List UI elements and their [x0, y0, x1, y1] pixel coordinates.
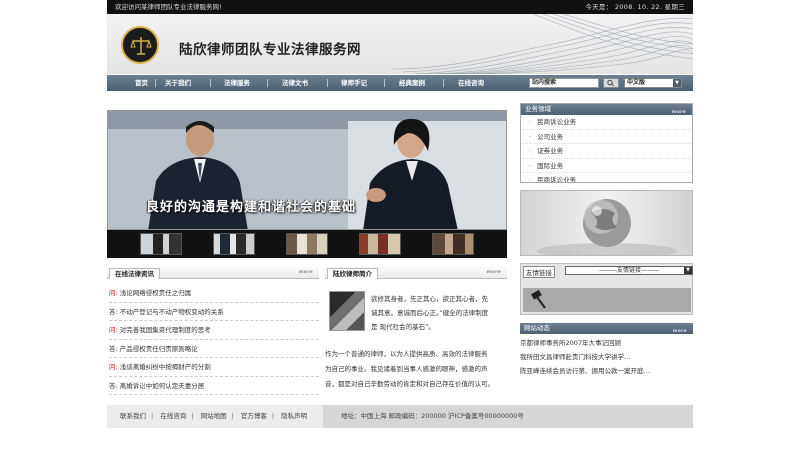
gavel-image: [523, 288, 691, 312]
chevron-down-icon: ▼: [673, 79, 681, 87]
lawyer-more-link[interactable]: more: [487, 270, 501, 275]
footer-links: 联系我们 | 在线咨询 | 网站地图 | 官方博客 | 隐私声明: [107, 405, 323, 428]
list-item[interactable]: 我所田文昌律师赴贵门科技大学讲学…: [520, 350, 700, 364]
lawyer-quote: 欲修其身者，先正其心，欲正其心者，先 诚其意。意诚而后心正。”健全的法律制度 是…: [371, 295, 489, 331]
practice-areas-title: 业务领域: [525, 105, 551, 113]
practice-areas-box: 业务领域 more 民商诉讼业务 公司业务 证券业务 国际业务 民商诉讼业务: [520, 103, 693, 183]
lawyer-section-header: 陆欣律师简介 more: [325, 267, 507, 279]
list-item[interactable]: 答: 不动产登记与不动产物权变动的关系: [109, 303, 319, 321]
practice-more-link[interactable]: more: [672, 107, 686, 118]
friend-links-select[interactable]: ———友情链接——— ▼: [565, 266, 693, 275]
practice-areas-header: 业务领域 more: [521, 104, 692, 115]
decorative-wave-graphic: [393, 14, 693, 74]
list-item[interactable]: 民商诉讼业务: [521, 115, 692, 130]
language-select[interactable]: 中文版 ▼: [624, 78, 682, 88]
nav-home[interactable]: 首页: [135, 75, 148, 91]
news-more-link[interactable]: more: [299, 270, 313, 275]
web-news-list: 京都律师事务所2007年大事记回顾 我所田文昌律师赴贵门科技大学讲学… 陈亚峰连…: [520, 336, 700, 378]
footer-link-privacy[interactable]: 隐私声明: [281, 412, 307, 420]
banner-thumbnail[interactable]: [213, 233, 255, 255]
list-item[interactable]: 问: 对完善我国集资代理制度的思考: [109, 321, 319, 340]
language-select-value: 中文版: [627, 79, 646, 86]
lawyer-photo[interactable]: [329, 291, 365, 331]
site-header: 陆欣律师团队专业法律服务网: [107, 14, 693, 74]
site-title: 陆欣律师团队专业法律服务网: [179, 42, 361, 58]
list-item[interactable]: 京都律师事务所2007年大事记回顾: [520, 336, 700, 350]
globe-image: [520, 190, 693, 256]
search-input[interactable]: 站内搜索: [529, 78, 599, 88]
practice-list: 民商诉讼业务 公司业务 证券业务 国际业务 民商诉讼业务: [521, 115, 692, 182]
main-nav: 首页 关于我们 法律服务 法律文书 律师手记 经典案例 在线咨询 站内搜索 中文…: [107, 75, 693, 91]
news-section-header: 在线法律资讯 more: [107, 267, 319, 279]
list-item[interactable]: 公司业务: [521, 130, 692, 144]
current-date: 今天是： 2008. 10. 22. 星期三: [585, 3, 685, 11]
search-button[interactable]: [603, 78, 619, 88]
nav-divider: [327, 79, 328, 87]
hero-banner: 良好的沟通是构建和谐社会的基础: [107, 110, 507, 230]
nav-lawyer-notes[interactable]: 律师手记: [341, 75, 367, 91]
banner-thumbnail[interactable]: [140, 233, 182, 255]
news-section-title: 在线法律资讯: [109, 268, 160, 279]
web-news-header-box: 网站动态 more: [520, 323, 693, 335]
site-footer: 联系我们 | 在线咨询 | 网站地图 | 官方博客 | 隐私声明 地址：中国上海 邮政编…: [107, 405, 693, 428]
banner-thumbnail[interactable]: [432, 233, 474, 255]
footer-link-contact[interactable]: 联系我们: [120, 412, 146, 420]
nav-divider: [384, 79, 385, 87]
search-icon: [607, 79, 614, 87]
footer-link-sitemap[interactable]: 网站地图: [201, 412, 227, 420]
lawyer-intro: 作为一个普通的律师，以为人提供高质、高效的法律服务 为自己的事业。我见诸着到当事…: [325, 350, 494, 388]
page: 欢迎访问某律师团队专业法律服务网! 今天是： 2008. 10. 22. 星期三…: [107, 0, 693, 449]
banner-thumbnail-strip: [107, 230, 507, 258]
web-news-header: 网站动态 more: [520, 323, 693, 334]
welcome-text: 欢迎访问某律师团队专业法律服务网!: [115, 3, 222, 11]
top-bar: 欢迎访问某律师团队专业法律服务网! 今天是： 2008. 10. 22. 星期三: [107, 0, 693, 14]
news-list: 问: 浅论网络侵权责任之归属 答: 不动产登记与不动产物权变动的关系 问: 对完…: [109, 284, 319, 395]
friend-links-label: 友情链接: [523, 266, 555, 278]
footer-link-blog[interactable]: 官方博客: [241, 412, 267, 420]
footer-link-consult[interactable]: 在线咨询: [160, 412, 186, 420]
nav-divider: [267, 79, 268, 87]
banner-slogan: 良好的沟通是构建和谐社会的基础: [146, 200, 357, 215]
nav-divider: [210, 79, 211, 87]
nav-legal-services[interactable]: 法律服务: [224, 75, 250, 91]
nav-legal-documents[interactable]: 法律文书: [282, 75, 308, 91]
nav-online-consult[interactable]: 在线咨询: [458, 75, 484, 91]
chevron-down-icon: ▼: [684, 267, 692, 274]
lawyer-section-title: 陆欣律师简介: [327, 268, 378, 279]
list-item[interactable]: 民商诉讼业务: [521, 173, 692, 182]
nav-classic-cases[interactable]: 经典案例: [399, 75, 425, 91]
web-news-title: 网站动态: [524, 324, 550, 332]
scales-of-justice-icon[interactable]: [121, 26, 159, 64]
list-item[interactable]: 答: 产品侵权责任归责原则略论: [109, 340, 319, 358]
banner-thumbnail[interactable]: [359, 233, 401, 255]
list-item[interactable]: 陈亚峰连续会员访行第、挪用公款一案开庭…: [520, 364, 700, 378]
nav-divider: [443, 79, 444, 87]
banner-thumbnail[interactable]: [286, 233, 328, 255]
list-item[interactable]: 证券业务: [521, 144, 692, 159]
friend-links-select-value: ———友情链接———: [598, 267, 659, 274]
nav-divider: [155, 79, 156, 87]
nav-about[interactable]: 关于我们: [165, 75, 191, 91]
footer-address: 地址：中国上海 邮政编码：200000 沪ICP备案号00000000号: [341, 412, 524, 420]
list-item[interactable]: 国际业务: [521, 159, 692, 173]
list-item[interactable]: 答: 离婚诉讼中如何认定夫妻分居: [109, 377, 319, 395]
list-item[interactable]: 问: 浅谈离婚纠纷中按揭财产的分割: [109, 358, 319, 377]
friend-links-box: 友情链接 ———友情链接——— ▼: [520, 263, 693, 315]
list-item[interactable]: 问: 浅论网络侵权责任之归属: [109, 284, 319, 303]
